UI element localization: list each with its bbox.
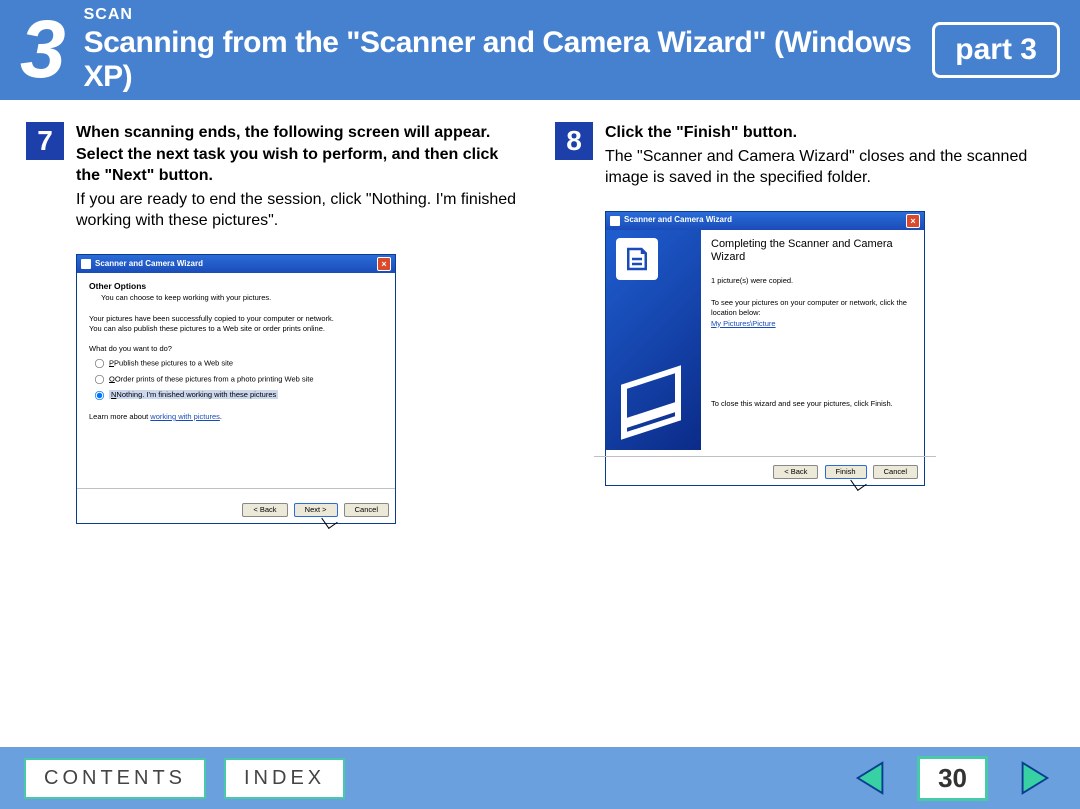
- header-category: SCAN: [84, 6, 933, 24]
- step-7-desc: If you are ready to end the session, cli…: [76, 189, 525, 232]
- step-8-title: Click the "Finish" button.: [605, 124, 797, 141]
- page-header: 3 SCAN Scanning from the "Scanner and Ca…: [0, 0, 1080, 100]
- step-7-title: When scanning ends, the following screen…: [76, 124, 498, 184]
- header-text: SCAN Scanning from the "Scanner and Came…: [84, 6, 933, 94]
- pictures-copied: 1 picture(s) were copied.: [711, 276, 914, 286]
- radio-publish-label: Publish these pictures to a Web site: [114, 358, 233, 367]
- finish-button[interactable]: Finish: [825, 465, 867, 479]
- radio-publish[interactable]: PPublish these pictures to a Web site: [93, 357, 383, 370]
- other-options-heading: Other Options: [89, 281, 383, 292]
- banner-art: [616, 335, 691, 435]
- column-right: 8 Click the "Finish" button. The "Scanne…: [555, 122, 1054, 725]
- wizard-icon: [610, 216, 620, 226]
- xp-titlebar-8: Scanner and Camera Wizard ×: [606, 212, 924, 230]
- xp-complete-body: Completing the Scanner and Camera Wizard…: [701, 230, 924, 450]
- close-instruction: To close this wizard and see your pictur…: [711, 399, 914, 409]
- learn-more-text: Learn more about: [89, 412, 150, 421]
- prev-page-button[interactable]: [849, 756, 893, 800]
- scanner-icon: [616, 238, 658, 280]
- cancel-button[interactable]: Cancel: [344, 503, 389, 517]
- next-page-button[interactable]: [1012, 756, 1056, 800]
- close-icon[interactable]: ×: [377, 257, 391, 271]
- next-button[interactable]: Next >: [294, 503, 338, 517]
- step-8-desc: The "Scanner and Camera Wizard" closes a…: [605, 146, 1054, 189]
- xp-dialog-other-options: Scanner and Camera Wizard × Other Option…: [76, 254, 396, 524]
- page-footer: CONTENTS INDEX 30: [0, 747, 1080, 809]
- step-7-body: When scanning ends, the following screen…: [76, 122, 525, 524]
- xp-titlebar: Scanner and Camera Wizard ×: [77, 255, 395, 273]
- contents-button[interactable]: CONTENTS: [24, 758, 206, 799]
- xp-dialog-body: Other Options You can choose to keep wor…: [77, 273, 395, 499]
- index-button[interactable]: INDEX: [224, 758, 345, 799]
- copied-line2: You can also publish these pictures to a…: [89, 324, 383, 334]
- see-pictures: To see your pictures on your computer or…: [711, 298, 914, 318]
- working-with-pictures-link[interactable]: working with pictures: [150, 412, 220, 421]
- complete-heading: Completing the Scanner and Camera Wizard: [711, 238, 914, 264]
- step-8-body: Click the "Finish" button. The "Scanner …: [605, 122, 1054, 486]
- cancel-button-8[interactable]: Cancel: [873, 465, 918, 479]
- back-button-8[interactable]: < Back: [773, 465, 818, 479]
- radio-nothing[interactable]: NNothing. I'm finished working with thes…: [93, 389, 383, 402]
- content-area: 7 When scanning ends, the following scre…: [0, 100, 1080, 747]
- xp-button-row-8: < Back Finish Cancel: [606, 461, 924, 485]
- radio-order-label: Order prints of these pictures from a ph…: [115, 374, 314, 383]
- page-title: Scanning from the "Scanner and Camera Wi…: [84, 26, 933, 94]
- xp-dialog-title: Scanner and Camera Wizard: [95, 259, 203, 270]
- xp-button-row: < Back Next > Cancel: [77, 499, 395, 523]
- radio-order[interactable]: OOrder prints of these pictures from a p…: [93, 373, 383, 386]
- learn-more: Learn more about working with pictures.: [89, 412, 383, 422]
- radio-nothing-label: Nothing. I'm finished working with these…: [116, 390, 276, 399]
- xp-dialog-complete: Scanner and Camera Wizard ×: [605, 211, 925, 486]
- copied-line1: Your pictures have been successfully cop…: [89, 314, 383, 324]
- other-options-sub: You can choose to keep working with your…: [101, 293, 383, 303]
- step-8: 8 Click the "Finish" button. The "Scanne…: [555, 122, 1054, 486]
- step-7: 7 When scanning ends, the following scre…: [26, 122, 525, 524]
- part-badge: part 3: [932, 22, 1060, 78]
- chapter-number: 3: [20, 9, 66, 91]
- step-number-8: 8: [555, 122, 593, 160]
- what-question: What do you want to do?: [89, 344, 383, 354]
- xp-dialog-title-8: Scanner and Camera Wizard: [624, 215, 732, 226]
- wizard-icon: [81, 259, 91, 269]
- pictures-location-link[interactable]: My Pictures\Picture: [711, 319, 776, 328]
- column-left: 7 When scanning ends, the following scre…: [26, 122, 525, 725]
- wizard-banner: [606, 230, 701, 450]
- step-number-7: 7: [26, 122, 64, 160]
- close-icon[interactable]: ×: [906, 214, 920, 228]
- page-number: 30: [917, 756, 988, 801]
- back-button[interactable]: < Back: [242, 503, 287, 517]
